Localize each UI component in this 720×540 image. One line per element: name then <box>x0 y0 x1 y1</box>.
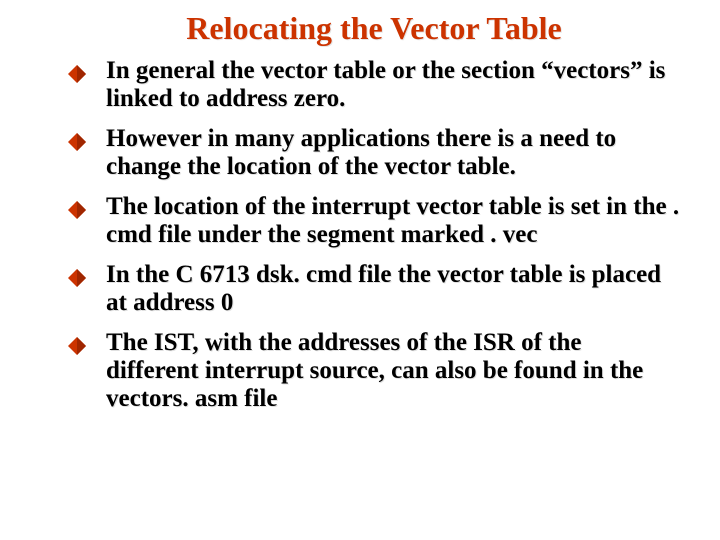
bullet-text: The location of the interrupt vector tab… <box>106 193 679 248</box>
bullet-item: In general the vector table or the secti… <box>68 57 680 113</box>
slide-title: Relocating the Vector Table <box>68 10 680 47</box>
slide: Relocating the Vector Table In general t… <box>0 0 720 540</box>
bullet-item: The IST, with the addresses of the ISR o… <box>68 329 680 413</box>
diamond-bullet-icon <box>68 269 86 287</box>
bullet-item: In the C 6713 dsk. cmd file the vector t… <box>68 261 680 317</box>
bullet-text: However in many applications there is a … <box>106 125 616 180</box>
diamond-bullet-icon <box>68 337 86 355</box>
bullet-text: In general the vector table or the secti… <box>106 57 665 112</box>
bullet-text: The IST, with the addresses of the ISR o… <box>106 329 643 412</box>
diamond-bullet-icon <box>68 133 86 151</box>
diamond-bullet-icon <box>68 201 86 219</box>
bullet-list: In general the vector table or the secti… <box>68 57 680 413</box>
bullet-text: In the C 6713 dsk. cmd file the vector t… <box>106 261 661 316</box>
bullet-item: However in many applications there is a … <box>68 125 680 181</box>
bullet-item: The location of the interrupt vector tab… <box>68 193 680 249</box>
diamond-bullet-icon <box>68 65 86 83</box>
